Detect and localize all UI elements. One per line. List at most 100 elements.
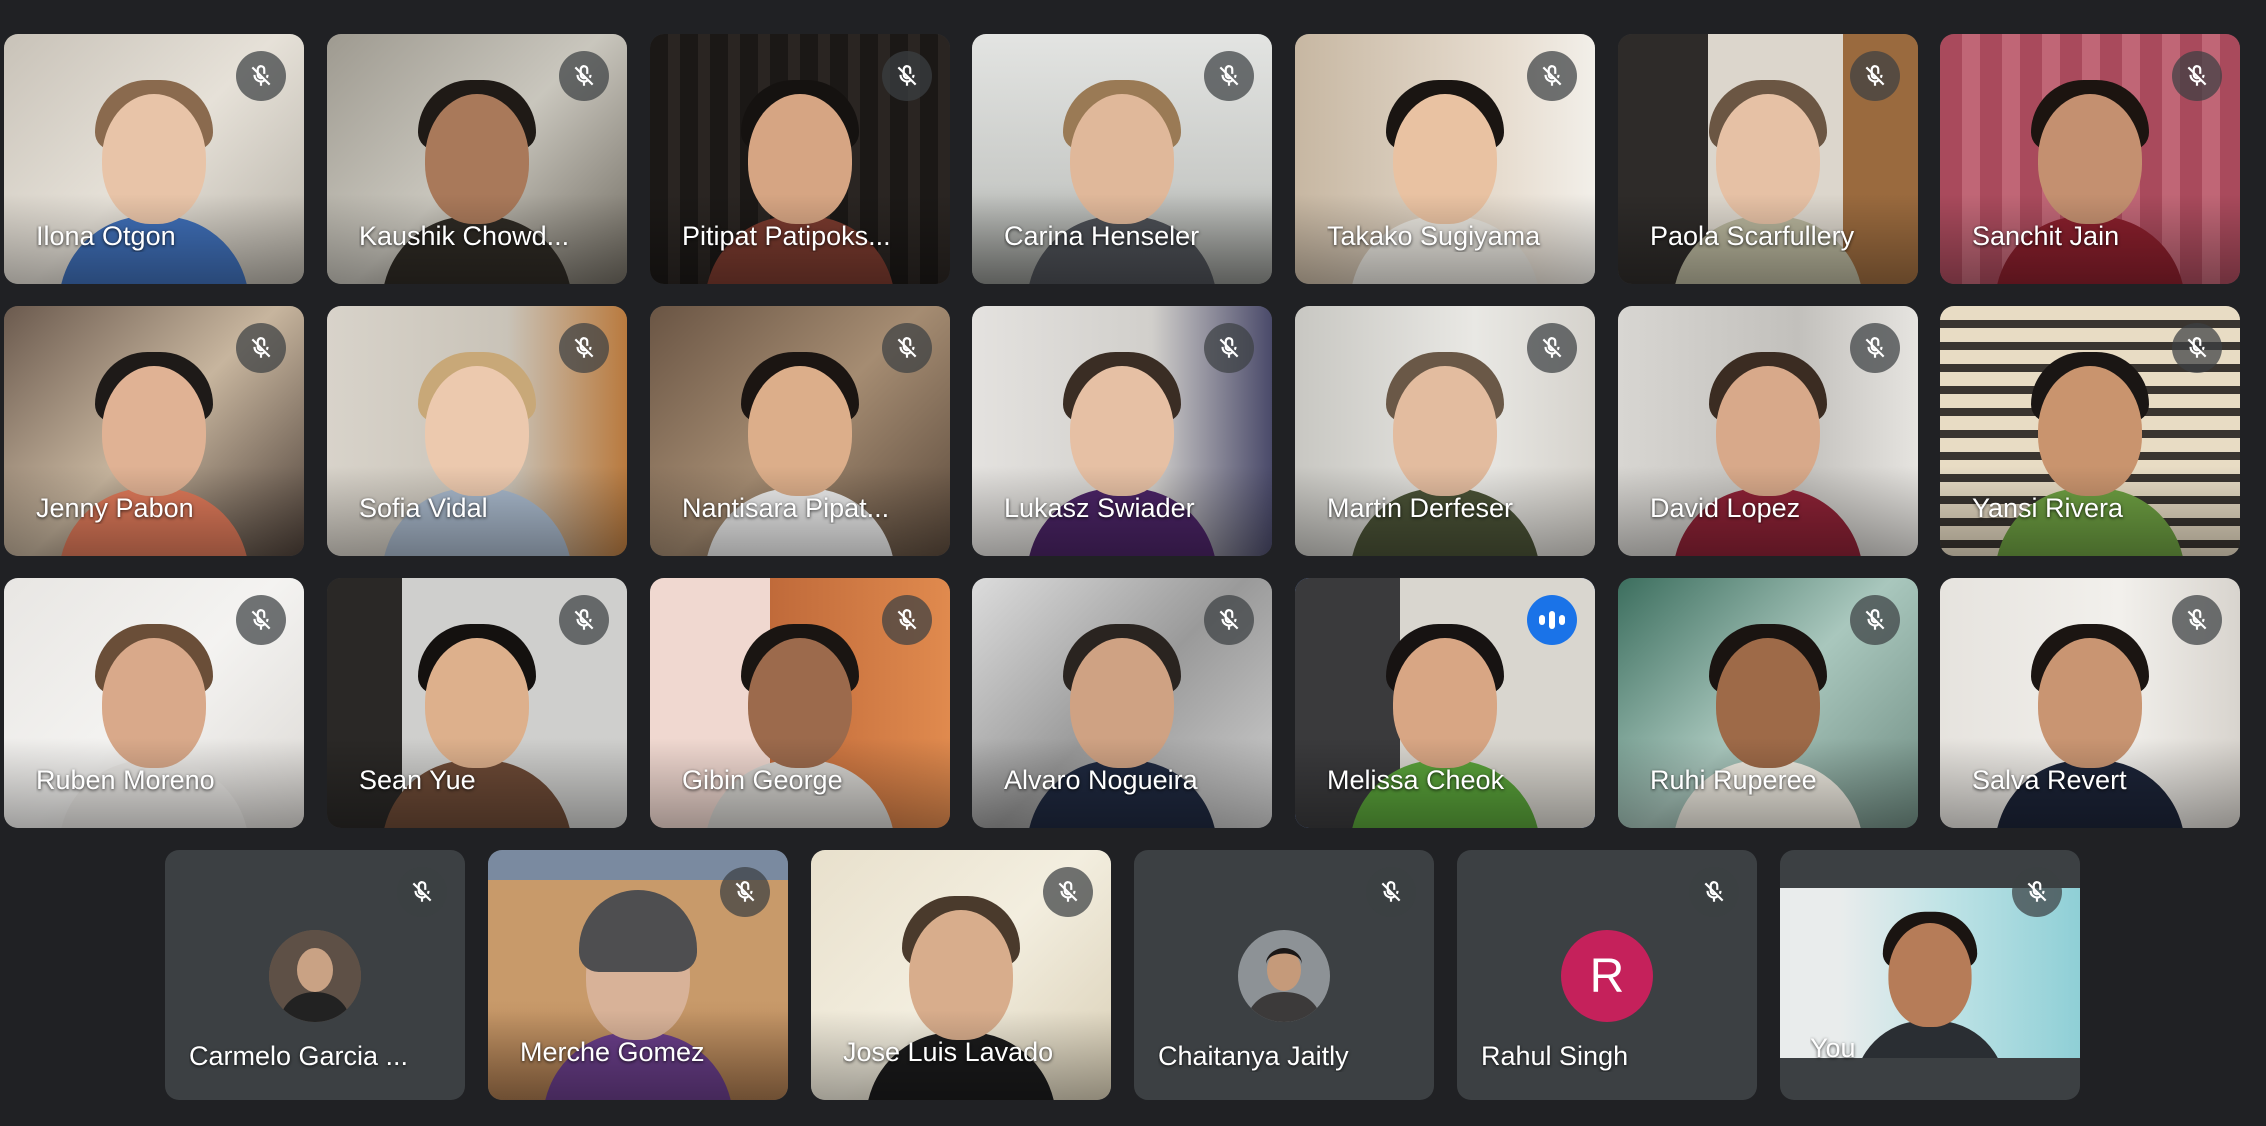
mic-off-icon [251,65,271,86]
muted-mic-icon[interactable] [559,51,609,101]
participant-tile[interactable]: Ruben Moreno [4,578,304,828]
participant-tile[interactable]: Kaushik Chowd... [327,34,627,284]
muted-mic-icon[interactable] [236,51,286,101]
participant-tile[interactable]: Ruhi Ruperee [1618,578,1918,828]
participant-tile[interactable]: Chaitanya Jaitly [1134,850,1434,1100]
muted-mic-icon[interactable] [559,595,609,645]
participant-name: You [1810,1033,1856,1063]
muted-mic-icon[interactable] [1204,51,1254,101]
participant-tile[interactable]: Sanchit Jain [1940,34,2240,284]
participant-name: Salva Revert [1972,765,2127,795]
participant-tile[interactable]: Carina Henseler [972,34,1272,284]
participant-name: Sofia Vidal [359,493,488,523]
mic-off-icon [574,337,594,358]
mic-off-icon [1542,337,1562,358]
muted-mic-icon[interactable] [559,323,609,373]
muted-mic-icon[interactable] [1527,51,1577,101]
participant-tile[interactable]: Carmelo Garcia ... [165,850,465,1100]
participant-name: Yansi Rivera [1972,493,2124,523]
participant-name: Sanchit Jain [1972,221,2120,251]
muted-mic-icon[interactable] [1204,323,1254,373]
participant-name: Paola Scarfullery [1650,221,1855,251]
participant-tile[interactable]: Paola Scarfullery [1618,34,1918,284]
speaking-indicator-icon[interactable] [1527,595,1577,645]
muted-mic-icon[interactable] [236,595,286,645]
participant-row-3: Ruben Moreno Sean Yue Gibin George Alvar… [0,578,2266,828]
participant-name: Ruben Moreno [36,765,215,795]
mic-off-icon [1219,609,1239,630]
participant-name: Ilona Otgon [36,221,176,251]
participant-name: Takako Sugiyama [1327,221,1541,251]
muted-mic-icon[interactable] [2172,595,2222,645]
participant-name: Ruhi Ruperee [1650,765,1817,795]
mic-off-icon [897,337,917,358]
mic-off-icon [1865,65,1885,86]
participant-row-4: Carmelo Garcia ... Merche Gomez Jose Lui… [0,850,2266,1100]
mic-off-icon [1219,65,1239,86]
muted-mic-icon[interactable] [1204,595,1254,645]
mic-off-icon [574,609,594,630]
mic-off-icon [1381,881,1401,902]
mic-off-icon [735,881,755,902]
mic-off-icon [897,65,917,86]
muted-mic-icon[interactable] [1366,867,1416,917]
muted-mic-icon[interactable] [236,323,286,373]
participant-tile[interactable]: R Rahul Singh [1457,850,1757,1100]
muted-mic-icon[interactable] [882,51,932,101]
muted-mic-icon[interactable] [1527,323,1577,373]
mic-off-icon [1704,881,1724,902]
participant-name: Gibin George [682,765,843,795]
muted-mic-icon[interactable] [1850,595,1900,645]
muted-mic-icon[interactable] [1043,867,1093,917]
participant-name: Pitipat Patipoks... [682,221,891,251]
muted-mic-icon[interactable] [2172,51,2222,101]
participant-tile[interactable]: Nantisara Pipat... [650,306,950,556]
mic-off-icon [2187,65,2207,86]
participant-tile[interactable]: David Lopez [1618,306,1918,556]
participant-tile[interactable]: Yansi Rivera [1940,306,2240,556]
participant-tile[interactable]: Ilona Otgon [4,34,304,284]
muted-mic-icon[interactable] [882,323,932,373]
muted-mic-icon[interactable] [882,595,932,645]
muted-mic-icon[interactable] [2172,323,2222,373]
participant-tile[interactable]: Jenny Pabon [4,306,304,556]
mic-off-icon [2027,881,2047,902]
muted-mic-icon[interactable] [1850,323,1900,373]
mic-off-icon [1865,337,1885,358]
participant-tile[interactable]: Sofia Vidal [327,306,627,556]
participant-row-1: Ilona Otgon Kaushik Chowd... Pitipat Pat… [0,34,2266,284]
participant-tile[interactable]: Lukasz Swiader [972,306,1272,556]
participant-tile[interactable]: Jose Luis Lavado [811,850,1111,1100]
mic-off-icon [574,65,594,86]
participant-tile[interactable]: Takako Sugiyama [1295,34,1595,284]
mic-off-icon [251,337,271,358]
muted-mic-icon[interactable] [397,867,447,917]
participant-name: Kaushik Chowd... [359,221,570,251]
mic-off-icon [2187,337,2207,358]
participant-name: Lukasz Swiader [1004,493,1195,523]
participant-tile[interactable]: Alvaro Nogueira [972,578,1272,828]
profile-photo-icon [1238,930,1330,1022]
participant-tile[interactable]: Merche Gomez [488,850,788,1100]
letter-avatar: R [1561,930,1653,1022]
profile-photo-icon [269,930,361,1022]
self-view-tile[interactable]: You [1780,850,2080,1100]
participant-tile[interactable]: Gibin George [650,578,950,828]
participant-tile[interactable]: Martin Derfeser [1295,306,1595,556]
avatar [1238,930,1330,1022]
participant-name: Melissa Cheok [1327,765,1505,795]
participant-tile[interactable]: Salva Revert [1940,578,2240,828]
mic-off-icon [1865,609,1885,630]
muted-mic-icon[interactable] [1689,867,1739,917]
mic-off-icon [1219,337,1239,358]
muted-mic-icon[interactable] [1850,51,1900,101]
mic-off-icon [1542,65,1562,86]
participant-name: Jenny Pabon [36,493,194,523]
muted-mic-icon[interactable] [720,867,770,917]
muted-mic-icon[interactable] [2012,867,2062,917]
participant-tile-active-speaker[interactable]: Melissa Cheok [1295,578,1595,828]
participant-tile[interactable]: Pitipat Patipoks... [650,34,950,284]
mic-off-icon [1058,881,1078,902]
participant-name: Sean Yue [359,765,476,795]
participant-tile[interactable]: Sean Yue [327,578,627,828]
